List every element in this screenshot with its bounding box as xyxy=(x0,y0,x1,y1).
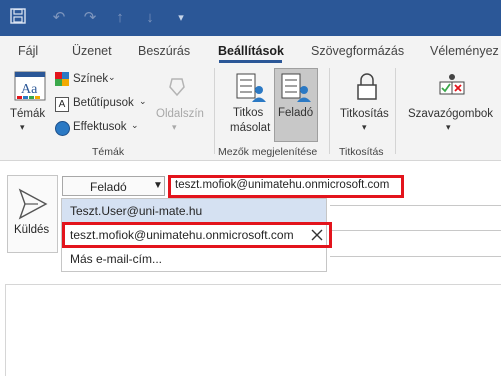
themes-icon[interactable]: Aa xyxy=(12,70,48,104)
group-label-show-fields: Mezők megjelenítése xyxy=(218,146,318,158)
from-button-text: Feladó xyxy=(90,180,127,194)
up-arrow-icon[interactable]: ↑ xyxy=(110,8,130,28)
ribbon-separator xyxy=(395,68,396,154)
colors-button[interactable]: Színek xyxy=(73,73,108,85)
bcc-button-line1[interactable]: Titkos xyxy=(233,107,263,119)
effects-button[interactable]: Effektusok xyxy=(73,121,127,133)
close-icon[interactable] xyxy=(310,228,324,242)
from-button-label[interactable]: Feladó xyxy=(278,107,313,119)
encrypt-dropdown-icon[interactable]: ▾ xyxy=(362,122,367,133)
lock-icon xyxy=(354,72,380,102)
ribbon-separator xyxy=(329,68,330,154)
colors-icon xyxy=(55,72,69,86)
subject-field-line xyxy=(330,256,501,257)
svg-text:Aa: Aa xyxy=(21,82,38,97)
from-dropdown-button[interactable]: Feladó ▼ xyxy=(62,176,165,196)
message-body[interactable] xyxy=(5,285,501,376)
tab-fajl[interactable]: Fájl xyxy=(18,44,38,58)
voting-buttons-icon xyxy=(438,72,466,102)
page-color-button: Oldalszín xyxy=(156,108,204,120)
undo-icon[interactable]: ↶ xyxy=(49,8,69,28)
fonts-dropdown-icon[interactable]: ⌄ xyxy=(139,96,147,107)
tab-uzenet[interactable]: Üzenet xyxy=(72,44,112,58)
from-icon xyxy=(280,72,312,104)
customize-dropdown-icon[interactable]: ▾ xyxy=(171,8,191,28)
chevron-down-icon: ▼ xyxy=(153,180,163,191)
page-color-dropdown-icon: ▾ xyxy=(172,122,177,132)
voting-dropdown-icon[interactable]: ▾ xyxy=(446,122,451,133)
voting-buttons-button[interactable]: Szavazógombok xyxy=(408,108,493,120)
send-button[interactable]: Küldés xyxy=(7,175,58,253)
encrypt-button[interactable]: Titkosítás xyxy=(340,108,389,120)
ribbon-separator xyxy=(214,68,215,154)
themes-button-label[interactable]: Témák xyxy=(10,108,45,120)
dropdown-item-mofiok[interactable]: teszt.mofiok@unimatehu.onmicrosoft.com xyxy=(62,223,326,247)
group-label-encryption: Titkosítás xyxy=(339,146,384,158)
dropdown-item-teszt-user[interactable]: Teszt.User@uni-mate.hu xyxy=(62,199,326,223)
themes-dropdown-icon[interactable]: ▾ xyxy=(20,122,25,133)
effects-dropdown-icon[interactable]: ⌄ xyxy=(131,120,139,131)
colors-dropdown-icon[interactable]: ⌄ xyxy=(108,72,116,83)
tab-szovegformazas[interactable]: Szövegformázás xyxy=(311,44,404,58)
fonts-button[interactable]: Betűtípusok xyxy=(73,97,134,109)
tab-beallitasok[interactable]: Beállítások xyxy=(218,44,284,58)
redo-icon[interactable]: ↷ xyxy=(80,8,100,28)
effects-icon xyxy=(55,121,70,136)
save-icon[interactable] xyxy=(8,8,28,28)
send-icon xyxy=(18,188,48,220)
bcc-icon xyxy=(235,72,267,104)
cc-field-line xyxy=(330,230,501,231)
title-bar: ↶ ↷ ↑ ↓ ▾ xyxy=(0,0,501,36)
down-arrow-icon[interactable]: ↓ xyxy=(140,8,160,28)
page-color-icon xyxy=(166,75,188,97)
bcc-button-line2[interactable]: másolat xyxy=(230,122,270,134)
tab-velemenyez[interactable]: Véleményez xyxy=(430,44,499,58)
tab-beszuras[interactable]: Beszúrás xyxy=(138,44,190,58)
from-address-value[interactable]: teszt.mofiok@unimatehu.onmicrosoft.com xyxy=(175,179,389,191)
group-label-themes: Témák xyxy=(92,146,125,158)
dropdown-item-other-email[interactable]: Más e-mail-cím... xyxy=(62,247,326,271)
active-tab-indicator xyxy=(219,60,282,63)
send-button-label: Küldés xyxy=(14,224,50,236)
fonts-icon: A xyxy=(55,97,69,112)
to-field-line xyxy=(330,205,501,206)
